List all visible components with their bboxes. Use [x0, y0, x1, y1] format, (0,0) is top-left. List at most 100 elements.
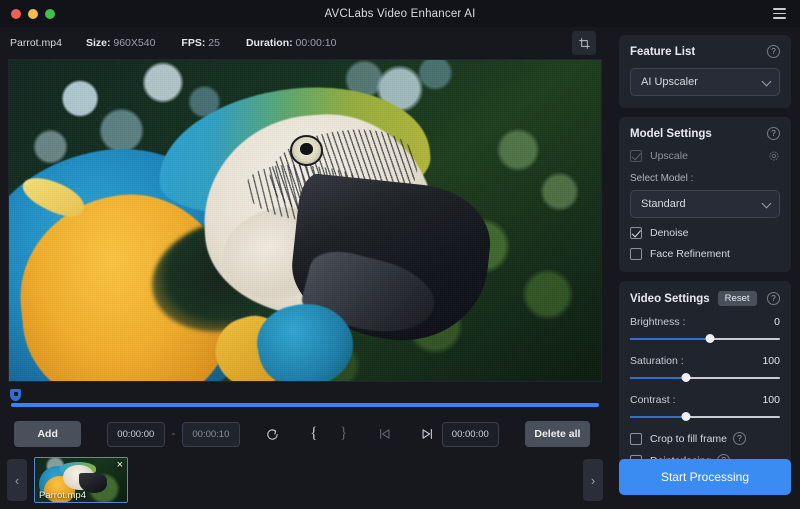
brightness-value: 0: [774, 316, 780, 328]
file-duration-value: 00:00:10: [296, 37, 337, 49]
playback-toolbar: Add 00:00:00 - 00:00:10 { }: [8, 417, 602, 451]
time-range-separator: -: [172, 428, 176, 440]
help-icon[interactable]: ?: [767, 45, 780, 58]
upscale-label: Upscale: [650, 150, 688, 162]
app-title: AVCLabs Video Enhancer AI: [0, 8, 800, 20]
model-settings-title: Model Settings: [630, 128, 712, 140]
file-size-label: Size:: [86, 37, 111, 49]
app-window: AVCLabs Video Enhancer AI Parrot.mp4 Siz…: [0, 0, 800, 509]
mark-in-button[interactable]: {: [299, 421, 329, 447]
feature-list-panel: Feature List ? AI Upscaler: [619, 35, 791, 108]
hamburger-menu-icon[interactable]: [773, 8, 786, 19]
feature-list-title: Feature List: [630, 46, 695, 58]
brightness-label: Brightness :: [630, 316, 685, 328]
face-refinement-checkbox-row[interactable]: Face Refinement: [630, 248, 780, 260]
upscale-settings-button[interactable]: [768, 150, 780, 162]
chevron-down-icon: [762, 77, 772, 87]
start-time-field[interactable]: 00:00:00: [107, 422, 164, 447]
upscale-checkbox[interactable]: [630, 150, 642, 162]
file-fps-label: FPS:: [181, 37, 205, 49]
model-select[interactable]: Standard: [630, 190, 780, 218]
chevron-down-icon: [762, 199, 772, 209]
file-duration-label: Duration:: [246, 37, 293, 49]
help-icon[interactable]: ?: [767, 292, 780, 305]
mark-out-button[interactable]: }: [329, 421, 359, 447]
face-refinement-checkbox[interactable]: [630, 248, 642, 260]
slider-fill: [630, 416, 686, 418]
feature-select[interactable]: AI Upscaler: [630, 68, 780, 96]
slider-knob[interactable]: [681, 412, 690, 421]
current-time-field[interactable]: 00:00:00: [442, 422, 499, 447]
thumbnail-next-button[interactable]: ›: [583, 459, 603, 501]
saturation-label: Saturation :: [630, 355, 684, 367]
crop-to-fill-checkbox[interactable]: [630, 433, 642, 445]
slider-fill: [630, 377, 686, 379]
slider-fill: [630, 338, 710, 340]
help-icon[interactable]: ?: [733, 432, 746, 445]
list-item[interactable]: × Parrot.mp4: [34, 457, 128, 503]
skip-forward-icon: [420, 427, 434, 441]
contrast-row: Contrast : 100: [630, 394, 780, 406]
saturation-slider[interactable]: [630, 372, 780, 384]
video-settings-title: Video Settings: [630, 293, 710, 305]
brightness-row: Brightness : 0: [630, 316, 780, 328]
title-bar: AVCLabs Video Enhancer AI: [0, 0, 800, 27]
skip-back-icon: [378, 427, 392, 441]
timeline[interactable]: [8, 389, 602, 411]
main-area: Parrot.mp4 Size: 960X540 FPS: 25 Duratio…: [0, 27, 610, 509]
file-info-bar: Parrot.mp4 Size: 960X540 FPS: 25 Duratio…: [0, 27, 610, 59]
feature-list-header: Feature List ?: [630, 45, 780, 58]
file-size: Size: 960X540: [86, 37, 155, 49]
denoise-checkbox-row[interactable]: Denoise: [630, 227, 780, 239]
file-size-value: 960X540: [113, 37, 155, 49]
contrast-slider[interactable]: [630, 411, 780, 423]
saturation-value: 100: [762, 355, 780, 367]
thumbnail-label: Parrot.mp4: [39, 490, 86, 501]
model-settings-header: Model Settings ?: [630, 127, 780, 140]
denoise-checkbox[interactable]: [630, 227, 642, 239]
face-refinement-label: Face Refinement: [650, 248, 730, 260]
crop-tool-button[interactable]: [572, 31, 596, 55]
add-button[interactable]: Add: [14, 421, 81, 447]
select-model-label: Select Model :: [630, 173, 780, 184]
model-settings-panel: Model Settings ? Upscale Select Model : …: [619, 117, 791, 272]
end-time-field[interactable]: 00:00:10: [182, 422, 239, 447]
denoise-label: Denoise: [650, 227, 689, 239]
file-duration: Duration: 00:00:10: [246, 37, 336, 49]
slider-knob[interactable]: [681, 373, 690, 382]
reset-button[interactable]: Reset: [718, 291, 757, 306]
saturation-row: Saturation : 100: [630, 355, 780, 367]
video-preview[interactable]: [8, 59, 602, 382]
thumbnail-prev-button[interactable]: ‹: [7, 459, 27, 501]
crop-to-fill-checkbox-row[interactable]: Crop to fill frame ?: [630, 432, 780, 445]
next-frame-button[interactable]: [412, 421, 442, 447]
brightness-slider[interactable]: [630, 333, 780, 345]
file-fps-value: 25: [208, 37, 220, 49]
help-icon[interactable]: ?: [767, 127, 780, 140]
rotate-ccw-icon: [265, 427, 280, 442]
crop-icon: [578, 37, 591, 50]
crop-to-fill-label: Crop to fill frame: [650, 433, 727, 445]
reset-trim-button[interactable]: [257, 421, 287, 447]
remove-clip-icon[interactable]: ×: [117, 460, 123, 471]
contrast-value: 100: [762, 394, 780, 406]
video-settings-panel: Video Settings Reset ? Brightness : 0 Sa…: [619, 281, 791, 479]
thumbnail-strip: ‹ × Parrot.mp4 ›: [0, 451, 610, 509]
feature-select-value: AI Upscaler: [641, 76, 698, 88]
model-select-value: Standard: [641, 198, 686, 210]
gear-icon: [768, 150, 780, 162]
file-name: Parrot.mp4: [10, 37, 62, 49]
slider-knob[interactable]: [705, 334, 714, 343]
video-settings-header: Video Settings Reset ?: [630, 291, 780, 306]
contrast-label: Contrast :: [630, 394, 676, 406]
parrot-pupil: [300, 143, 312, 155]
delete-all-button[interactable]: Delete all: [525, 421, 590, 447]
video-frame-image: [9, 60, 601, 381]
start-processing-button[interactable]: Start Processing: [619, 459, 791, 495]
timeline-playhead[interactable]: [10, 389, 21, 401]
timeline-track[interactable]: [11, 403, 599, 407]
upscale-checkbox-row[interactable]: Upscale: [630, 150, 780, 162]
prev-frame-button[interactable]: [370, 421, 400, 447]
file-fps: FPS: 25: [181, 37, 220, 49]
settings-sidebar: Feature List ? AI Upscaler Model Setting…: [610, 27, 800, 509]
